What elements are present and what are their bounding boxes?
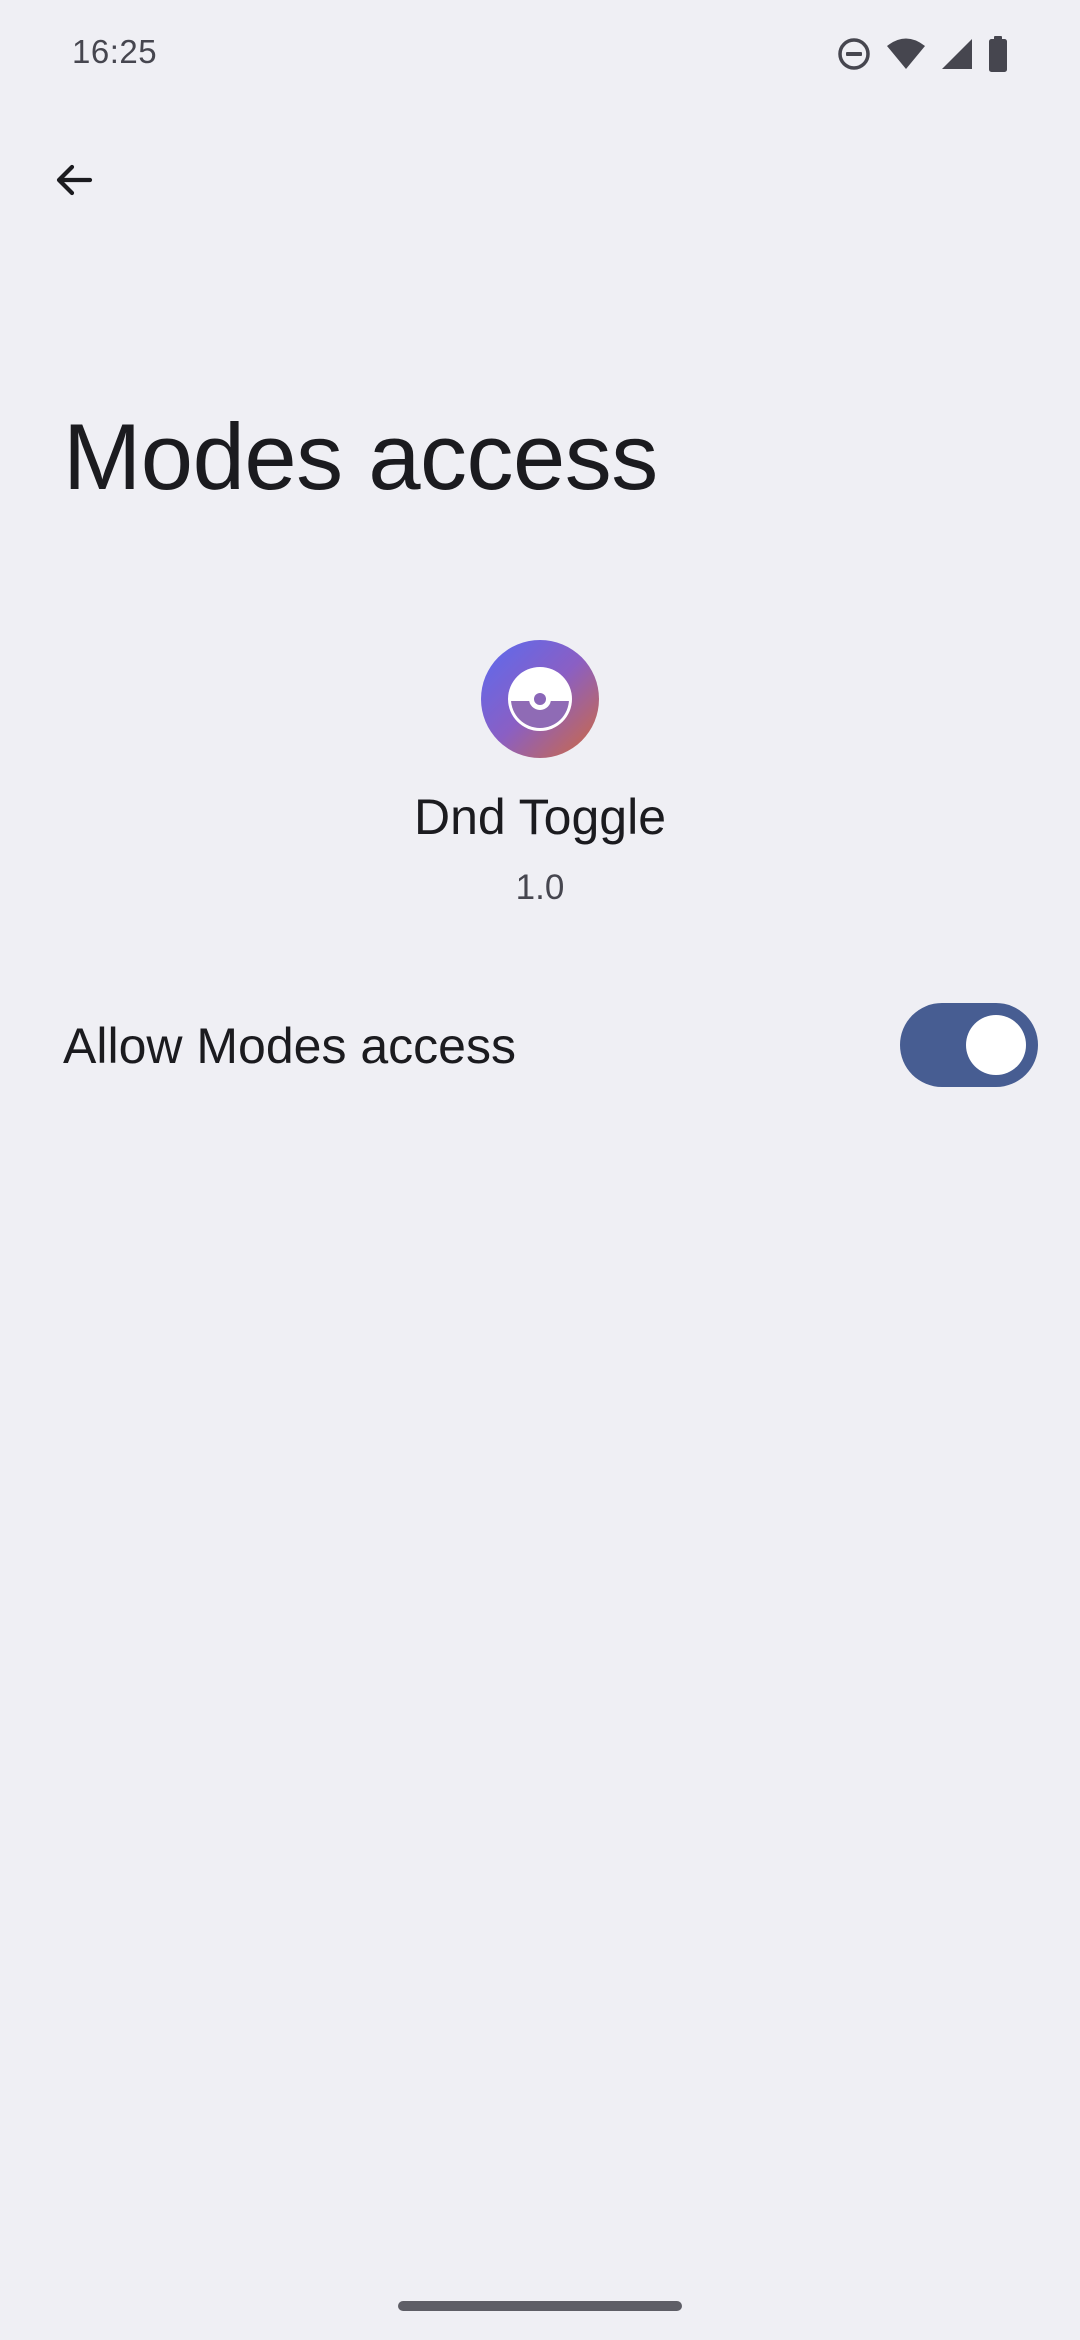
back-button[interactable] [30, 138, 118, 226]
status-icons [836, 34, 1008, 74]
page-title: Modes access [63, 404, 658, 509]
do-not-disturb-icon [836, 36, 872, 72]
status-bar: 16:25 [0, 0, 1080, 110]
switch-thumb [966, 1015, 1026, 1075]
status-time: 16:25 [72, 33, 158, 70]
cellular-signal-icon [940, 37, 974, 71]
arrow-back-icon [50, 156, 98, 209]
app-name: Dnd Toggle [413, 789, 667, 845]
gesture-nav-handle[interactable] [398, 2301, 682, 2311]
allow-modes-access-switch[interactable] [900, 1003, 1038, 1087]
allow-modes-access-row[interactable]: Allow Modes access [0, 985, 1080, 1105]
wifi-icon [886, 37, 926, 71]
app-header: Dnd Toggle 1.0 [0, 640, 1080, 908]
screen: 16:25 Modes access Dnd Toggle 1.0 Allow … [0, 0, 1080, 2340]
battery-icon [988, 36, 1008, 72]
app-version: 1.0 [515, 868, 565, 907]
app-icon [481, 640, 599, 758]
allow-modes-access-label: Allow Modes access [63, 1018, 516, 1074]
